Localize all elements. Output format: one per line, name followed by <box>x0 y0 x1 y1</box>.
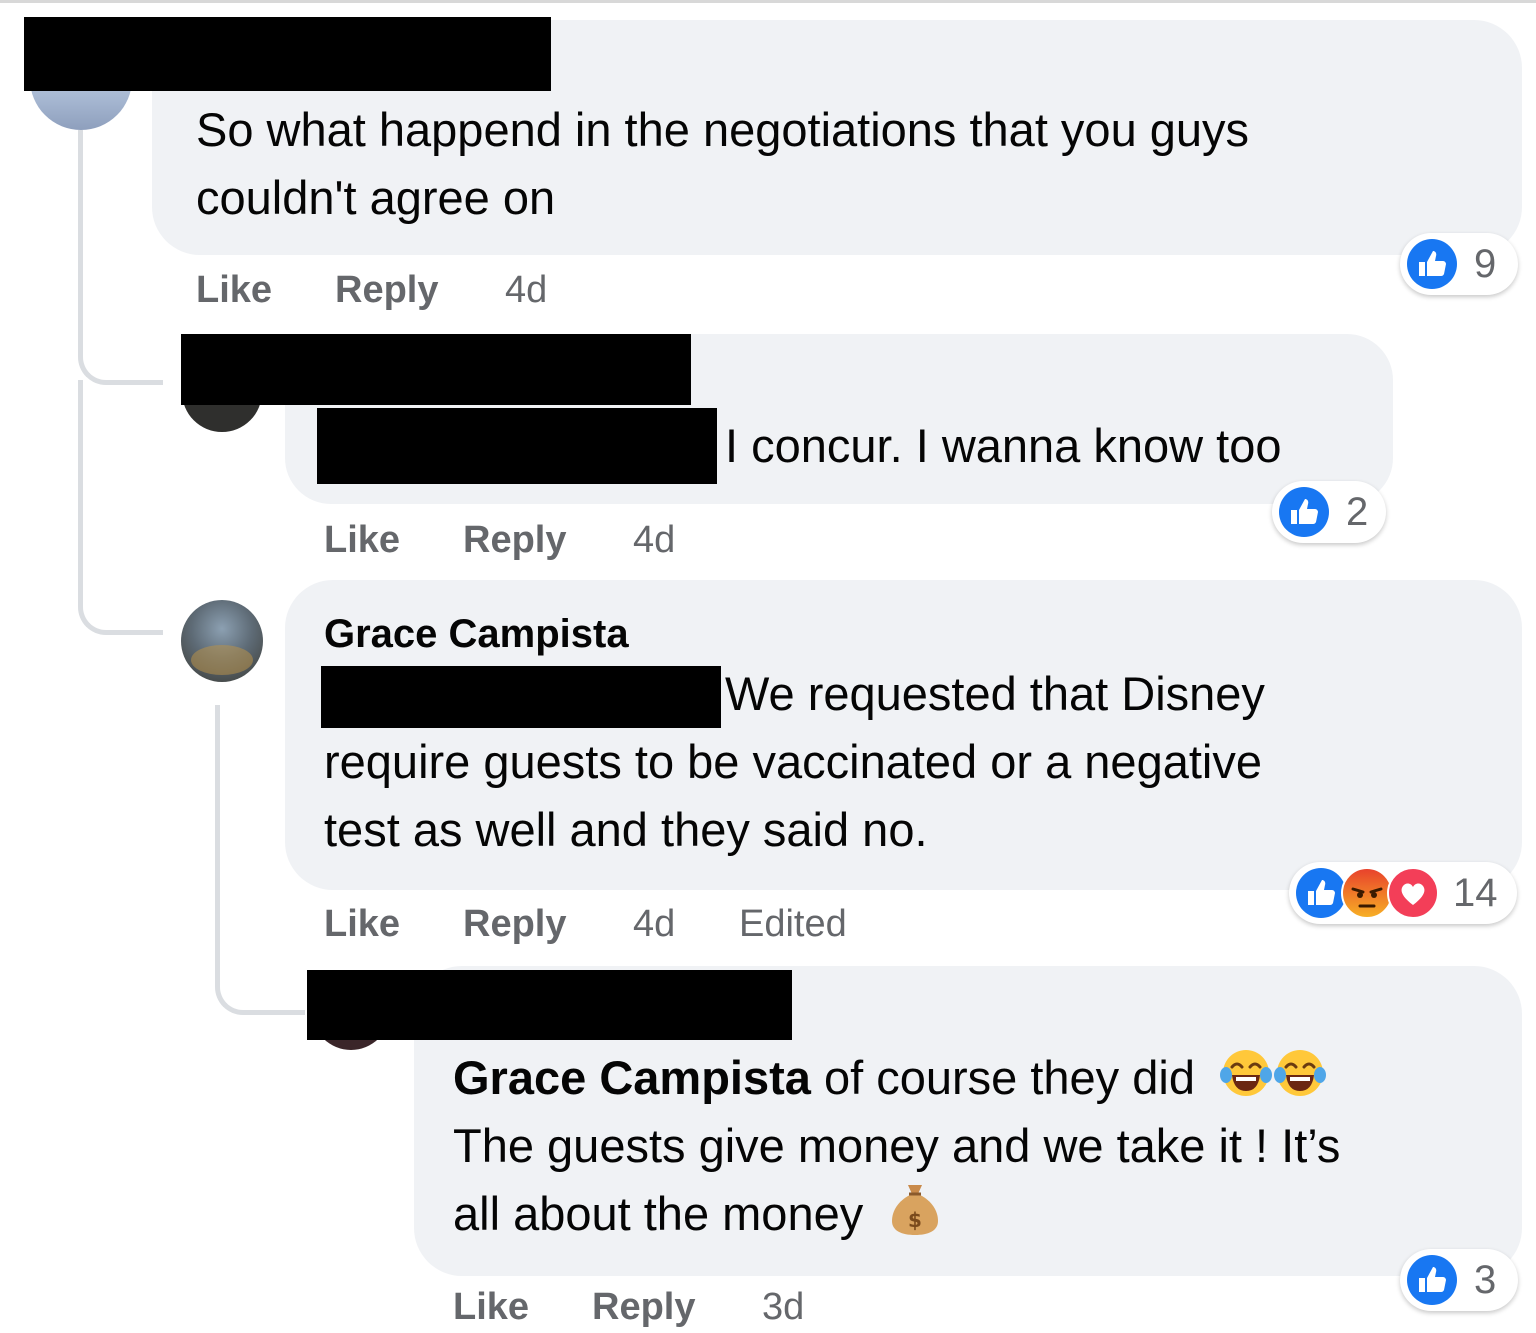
reply-button[interactable]: Reply <box>463 902 566 946</box>
reply-button[interactable]: Reply <box>463 518 566 562</box>
timestamp[interactable]: 4d <box>505 268 547 312</box>
like-icon <box>1407 239 1457 289</box>
tears-of-joy-emoji <box>1274 1047 1327 1117</box>
edited-label: Edited <box>739 903 847 945</box>
reaction-summary[interactable]: 14 <box>1289 862 1517 924</box>
comment-text-line: We requested that Disney <box>725 667 1265 720</box>
reaction-summary[interactable]: 2 <box>1272 481 1386 543</box>
reaction-count: 2 <box>1346 490 1369 534</box>
comment-text-line: The guests give money and we take it ! I… <box>453 1119 1341 1172</box>
comment-text-line: require guests to be vaccinated or a neg… <box>324 735 1262 788</box>
redacted-name <box>181 334 691 405</box>
timestamp[interactable]: 4d <box>633 902 675 946</box>
like-button[interactable]: Like <box>324 902 400 946</box>
comment-text-line: all about the money $ <box>453 1180 940 1255</box>
redacted-name <box>307 970 792 1040</box>
like-icon <box>1279 487 1329 537</box>
comment-bubble: Grace Campista We requested that Disney … <box>285 580 1522 890</box>
thread-line-main <box>78 130 163 385</box>
reaction-count: 3 <box>1474 1258 1497 1302</box>
comment-text-line: So what happend in the negotiations that… <box>196 103 1250 156</box>
avatar[interactable] <box>181 600 263 682</box>
comment-text: So what happend in the negotiations that… <box>196 96 1249 232</box>
like-button[interactable]: Like <box>453 1285 529 1329</box>
timestamp[interactable]: 4d <box>633 518 675 562</box>
money-bag-emoji: $ <box>892 1184 939 1235</box>
love-icon <box>1387 867 1439 919</box>
reply-button[interactable]: Reply <box>335 268 438 312</box>
reaction-count: 14 <box>1453 871 1498 915</box>
mention-link[interactable]: Grace Campista <box>453 1051 811 1104</box>
redacted-mention <box>317 408 717 484</box>
comment-text-part: all about the money <box>453 1187 864 1240</box>
tears-of-joy-emoji <box>1274 1049 1327 1096</box>
tears-of-joy-emoji <box>1220 1049 1273 1096</box>
comment-text-line: couldn't agree on <box>196 171 556 224</box>
redacted-mention <box>321 666 721 728</box>
comment-author[interactable]: Grace Campista <box>324 606 629 662</box>
timestamp[interactable]: 3d <box>762 1285 804 1329</box>
comment-text-line: Grace Campista of course they did <box>453 1044 1327 1117</box>
reaction-summary[interactable]: 9 <box>1400 233 1518 295</box>
svg-text:$: $ <box>908 1208 922 1232</box>
comment-text-line: test as well and they said no. <box>324 803 928 856</box>
reaction-count: 9 <box>1474 242 1497 286</box>
avatar-detail <box>191 645 253 675</box>
tears-of-joy-emoji <box>1220 1047 1273 1117</box>
comment-text-part: of course they did <box>810 1051 1195 1104</box>
like-icon <box>1296 868 1346 918</box>
reaction-summary[interactable]: 3 <box>1400 1249 1518 1311</box>
like-button[interactable]: Like <box>196 268 272 312</box>
angry-icon <box>1341 867 1393 919</box>
like-icon <box>1407 1255 1457 1305</box>
money-bag-emoji: $ <box>890 1181 940 1255</box>
top-border <box>0 0 1536 3</box>
redacted-name <box>24 17 551 91</box>
reply-button[interactable]: Reply <box>592 1285 695 1329</box>
like-button[interactable]: Like <box>324 518 400 562</box>
thread-line-branch <box>78 380 163 635</box>
comment-text: I concur. I wanna know too <box>725 419 1282 472</box>
